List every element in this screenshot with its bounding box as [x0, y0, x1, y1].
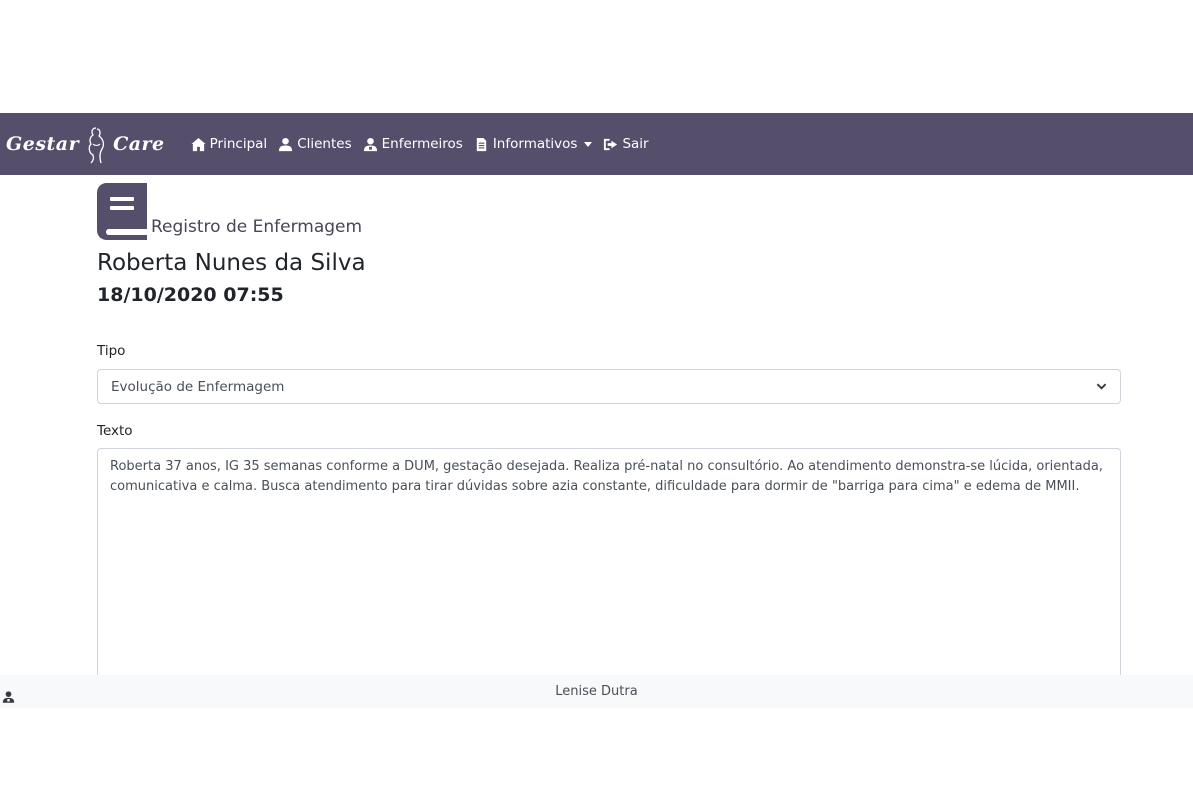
sign-out-icon — [604, 138, 618, 150]
user-icon — [279, 137, 293, 151]
caret-down-icon — [584, 141, 593, 147]
nav-label-enfermeiros: Enfermeiros — [381, 136, 463, 152]
footer-bar: Lenise Dutra — [0, 675, 1193, 708]
patient-name: Roberta Nunes da Silva — [97, 250, 366, 276]
nav-label-clientes: Clientes — [297, 136, 352, 152]
pregnant-woman-icon — [88, 127, 105, 164]
nav-label-principal: Principal — [209, 136, 268, 152]
nav-item-enfermeiros[interactable]: Enfermeiros — [363, 136, 463, 152]
record-datetime: 18/10/2020 07:55 — [97, 283, 284, 306]
section-heading: Registro de Enfermagem — [97, 183, 1121, 240]
nav-item-principal[interactable]: Principal — [191, 136, 268, 152]
nurse-icon — [2, 691, 15, 703]
nav-item-sair[interactable]: Sair — [603, 136, 649, 152]
home-icon — [191, 137, 206, 151]
nav-item-informativos[interactable]: Informativos — [474, 136, 593, 152]
tipo-select[interactable]: Evolução de Enfermagem — [97, 369, 1121, 404]
tipo-label: Tipo — [97, 343, 126, 359]
nav-label-sair: Sair — [622, 136, 649, 152]
texto-textarea[interactable]: Roberta 37 anos, IG 35 semanas conforme … — [97, 448, 1121, 680]
book-icon — [97, 183, 147, 240]
document-icon — [476, 137, 487, 151]
record-header: Registro de Enfermagem Roberta Nunes da … — [97, 183, 1121, 306]
logged-user-name: Lenise Dutra — [555, 684, 638, 699]
chevron-down-icon — [1096, 383, 1107, 390]
tipo-selected-value: Evolução de Enfermagem — [111, 378, 285, 395]
brand-word-left: Gestar — [6, 133, 80, 155]
brand-logo[interactable]: Gestar Care — [6, 124, 165, 164]
section-title: Registro de Enfermagem — [151, 217, 363, 237]
nurse-icon — [363, 137, 377, 151]
brand-word-right: Care — [113, 133, 165, 155]
nav-label-informativos: Informativos — [492, 136, 578, 152]
top-navbar: Gestar Care Principal Clientes Enfermeir… — [0, 113, 1193, 175]
texto-label: Texto — [97, 423, 133, 439]
nav-item-clientes[interactable]: Clientes — [278, 136, 352, 152]
